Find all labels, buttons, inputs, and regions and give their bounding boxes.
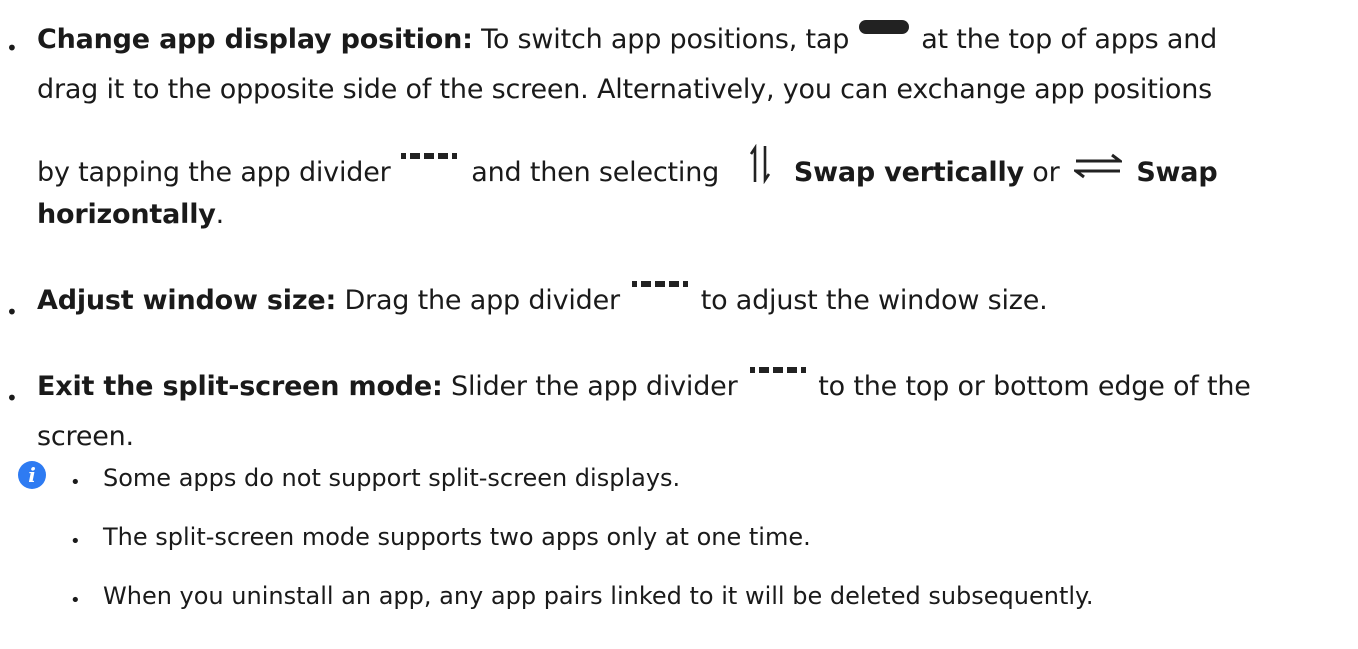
app-divider-icon (632, 279, 689, 289)
app-divider-icon (749, 365, 806, 375)
note-item: When you uninstall an app, any app pairs… (103, 582, 1094, 610)
bullet: • (70, 472, 81, 493)
bullet: • (70, 531, 81, 552)
bullet: • (70, 590, 81, 611)
bullet: • (6, 36, 18, 60)
swap-vertical-icon (749, 143, 771, 191)
note-item: The split-screen mode supports two apps … (103, 523, 811, 551)
info-icon: i (18, 461, 46, 489)
bullet: • (6, 300, 18, 324)
item-title: Change app display position: (37, 24, 473, 55)
swap-horizontal-icon (1071, 153, 1125, 186)
item-title: Exit the split-screen mode: (37, 371, 443, 402)
note-item: Some apps do not support split-screen di… (103, 464, 681, 492)
bullet: • (6, 386, 18, 410)
item-title: Adjust window size: (37, 285, 337, 316)
drag-handle-icon (859, 20, 910, 34)
app-divider-icon (400, 151, 457, 161)
